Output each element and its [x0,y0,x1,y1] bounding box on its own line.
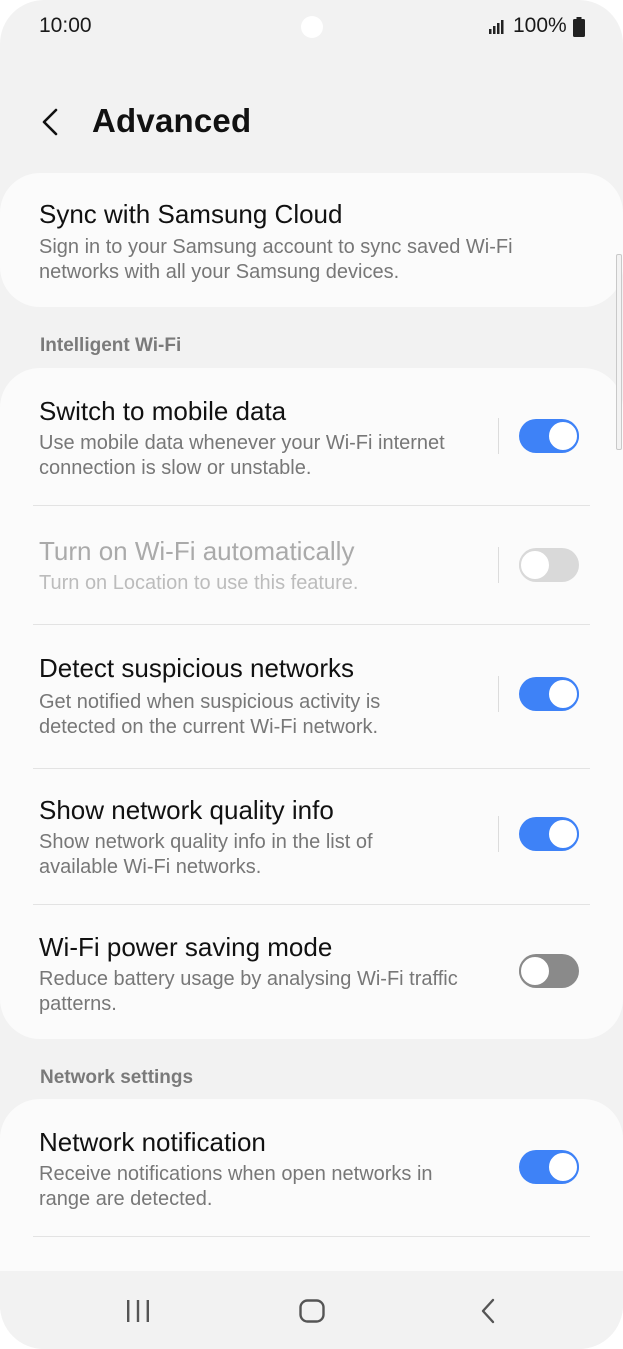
item-title: Wi-Fi power saving mode [39,932,333,962]
battery-percent: 100% [513,14,567,37]
show-network-quality-info-item[interactable]: Show network quality info Show network q… [0,769,623,904]
switch-to-mobile-data-toggle[interactable] [519,419,579,453]
item-subtitle: Turn on Location to use this feature. [39,572,359,594]
status-time: 10:00 [39,14,92,37]
row-separator [498,418,499,454]
turn-on-wifi-automatically-toggle [519,548,579,582]
item-subtitle: Sign in to your Samsung account to sync … [39,236,513,283]
section-header-network-settings: Network settings [40,1067,194,1088]
detect-suspicious-networks-toggle[interactable] [519,677,579,711]
item-subtitle: Get notified when suspicious activity is… [39,691,381,738]
network-notification-item[interactable]: Network notification Receive notificatio… [0,1099,623,1236]
recent-apps-icon[interactable] [125,1299,151,1323]
page-header: Advanced [0,96,623,152]
phone-screen: 10:00 100% Advanced Sync with Samsung Cl… [0,0,623,1349]
item-title: Show network quality info [39,795,334,825]
item-title: Sync with Samsung Cloud [39,199,343,229]
home-icon[interactable] [299,1299,325,1323]
item-title: Turn on Wi-Fi automatically [39,536,355,566]
nav-back-icon[interactable] [478,1297,498,1325]
item-subtitle: Show network quality info in the list of… [39,831,373,878]
detect-suspicious-networks-item[interactable]: Detect suspicious networks Get notified … [0,625,623,768]
intelligent-wifi-card: Switch to mobile data Use mobile data wh… [0,368,623,1039]
status-bar: 10:00 100% [0,0,623,54]
row-separator [498,547,499,583]
camera-cutout [301,16,323,38]
scrollbar[interactable] [616,254,622,450]
chevron-left-icon[interactable] [36,102,66,142]
item-subtitle: Receive notifications when open networks… [39,1163,433,1210]
item-subtitle: Use mobile data whenever your Wi-Fi inte… [39,432,445,479]
item-subtitle: Reduce battery usage by analysing Wi-Fi … [39,968,458,1015]
battery-icon [573,17,585,37]
show-network-quality-info-toggle[interactable] [519,817,579,851]
turn-on-wifi-automatically-item: Turn on Wi-Fi automatically Turn on Loca… [0,506,623,624]
wifi-power-saving-mode-item[interactable]: Wi-Fi power saving mode Reduce battery u… [0,905,623,1039]
samsung-cloud-card[interactable]: Sync with Samsung Cloud Sign in to your … [0,173,623,307]
wifi-power-saving-mode-toggle[interactable] [519,954,579,988]
item-title: Network notification [39,1127,266,1157]
divider [33,1236,590,1237]
row-separator [498,676,499,712]
item-title: Detect suspicious networks [39,653,355,683]
row-separator [498,816,499,852]
navigation-bar [0,1271,623,1349]
sync-samsung-cloud-item[interactable]: Sync with Samsung Cloud Sign in to your … [0,173,623,307]
page-title: Advanced [92,102,252,139]
switch-to-mobile-data-item[interactable]: Switch to mobile data Use mobile data wh… [0,368,623,505]
network-notification-toggle[interactable] [519,1150,579,1184]
signal-icon [489,20,504,34]
section-header-intelligent-wifi: Intelligent Wi-Fi [40,335,182,356]
item-title: Switch to mobile data [39,396,287,426]
